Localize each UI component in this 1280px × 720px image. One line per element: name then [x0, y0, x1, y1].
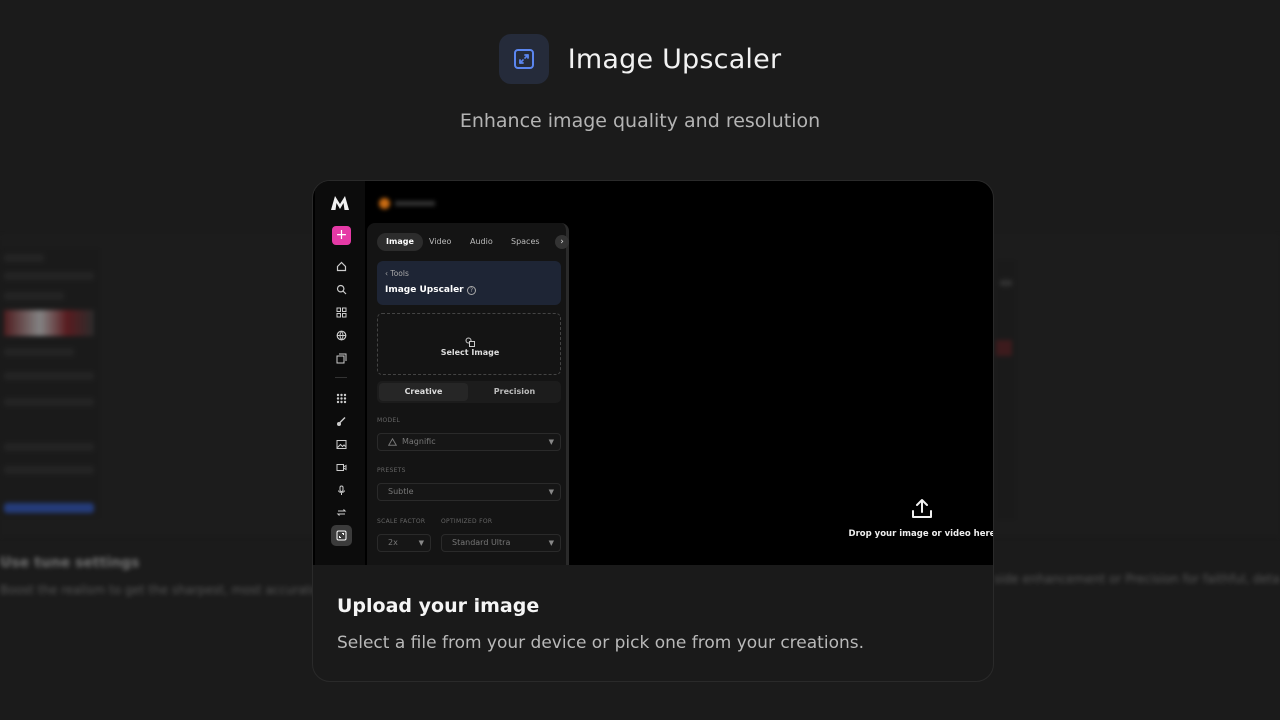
preview-sidebar: +: [315, 181, 365, 565]
help-icon[interactable]: ?: [467, 286, 476, 295]
warning-icon: [388, 438, 397, 446]
video-icon[interactable]: [335, 461, 348, 474]
preview-back-label: Tools: [390, 269, 409, 278]
page-title: Image Upscaler: [567, 43, 782, 75]
preview-presets-value: Subtle: [388, 487, 414, 496]
preview-presets-label: PRESETS: [377, 467, 406, 474]
sidebar-divider: [335, 377, 347, 378]
grid-icon[interactable]: [335, 392, 348, 405]
caret-down-icon: ▼: [418, 539, 424, 547]
caret-down-icon: ▼: [548, 488, 554, 496]
background-left-panel: [0, 248, 100, 518]
page-subtitle: Enhance image quality and resolution: [459, 110, 821, 132]
chevron-right-icon[interactable]: ›: [555, 235, 569, 249]
upload-icon: [912, 499, 932, 518]
preview-mode-toggle: Creative Precision: [377, 381, 561, 403]
preview-drop-text: Drop your image or video here: [848, 529, 994, 539]
preview-tool-panel: Image Video Audio Spaces › ‹ Tools Image…: [367, 223, 569, 565]
background-right-panel: [996, 260, 1016, 520]
preview-optimized-dropdown[interactable]: Standard Ultra ▼: [441, 534, 561, 552]
caret-down-icon: ▼: [548, 438, 554, 446]
brush-icon[interactable]: [335, 415, 348, 428]
preview-topbar: [379, 197, 439, 211]
preview-back-link[interactable]: ‹ Tools: [385, 269, 409, 278]
preview-tab-video[interactable]: Video: [429, 233, 451, 251]
background-text-left: Boost the realism to get the sharpest, m…: [0, 583, 318, 597]
preview-tab-spaces[interactable]: Spaces: [511, 233, 540, 251]
microphone-icon[interactable]: [335, 484, 348, 497]
preview-mode-precision[interactable]: Precision: [470, 383, 559, 401]
globe-icon[interactable]: [335, 329, 348, 342]
preview-optimized-label: OPTIMIZED FOR: [441, 518, 493, 525]
preview-scale-value: 2x: [388, 538, 398, 547]
background-heading: Use tune settings: [0, 555, 140, 571]
caret-down-icon: ▼: [548, 539, 554, 547]
preview-tab-image[interactable]: Image: [377, 233, 423, 251]
preview-scale-label: SCALE FACTOR: [377, 518, 426, 525]
preview-model-dropdown[interactable]: Magnific ▼: [377, 433, 561, 451]
page-header: Image Upscaler Enhance image quality and…: [0, 34, 1280, 132]
preview-tool-name: Image Upscaler: [385, 285, 464, 295]
preview-scale-dropdown[interactable]: 2x ▼: [377, 534, 431, 552]
preview-tab-audio[interactable]: Audio: [470, 233, 493, 251]
preview-presets-dropdown[interactable]: Subtle ▼: [377, 483, 561, 501]
convert-icon[interactable]: [335, 506, 348, 519]
preview-select-label: Select Image: [440, 348, 500, 357]
preview-drop-zone[interactable]: Drop your image or video here: [847, 497, 994, 539]
library-icon[interactable]: [335, 352, 348, 365]
plus-icon[interactable]: +: [332, 226, 351, 245]
preview-model-label: MODEL: [377, 417, 401, 424]
preview-optimized-value: Standard Ultra: [452, 538, 511, 547]
preview-select-image[interactable]: Select Image: [377, 313, 561, 375]
background-text-right: side enhancement or Precision for faithf…: [994, 572, 1280, 586]
onboarding-card: + Image Video Audio Spaces › ‹ Tools Ima…: [312, 180, 994, 682]
search-icon[interactable]: [335, 283, 348, 296]
apps-icon[interactable]: [335, 306, 348, 319]
preview-video[interactable]: + Image Video Audio Spaces › ‹ Tools Ima…: [313, 181, 994, 565]
upscaler-nav-icon[interactable]: [331, 525, 352, 546]
preview-tool-card: ‹ Tools Image Upscaler ?: [377, 261, 561, 305]
preview-model-value: Magnific: [402, 437, 436, 446]
card-description: Select a file from your device or pick o…: [337, 633, 864, 653]
preview-mode-creative[interactable]: Creative: [379, 383, 468, 401]
card-title: Upload your image: [337, 595, 540, 617]
home-icon[interactable]: [335, 260, 348, 273]
preview-tabs: Image Video Audio Spaces ›: [377, 233, 569, 251]
logo-icon: [330, 195, 350, 215]
upscale-icon: [498, 34, 549, 84]
image-icon[interactable]: [335, 438, 348, 451]
